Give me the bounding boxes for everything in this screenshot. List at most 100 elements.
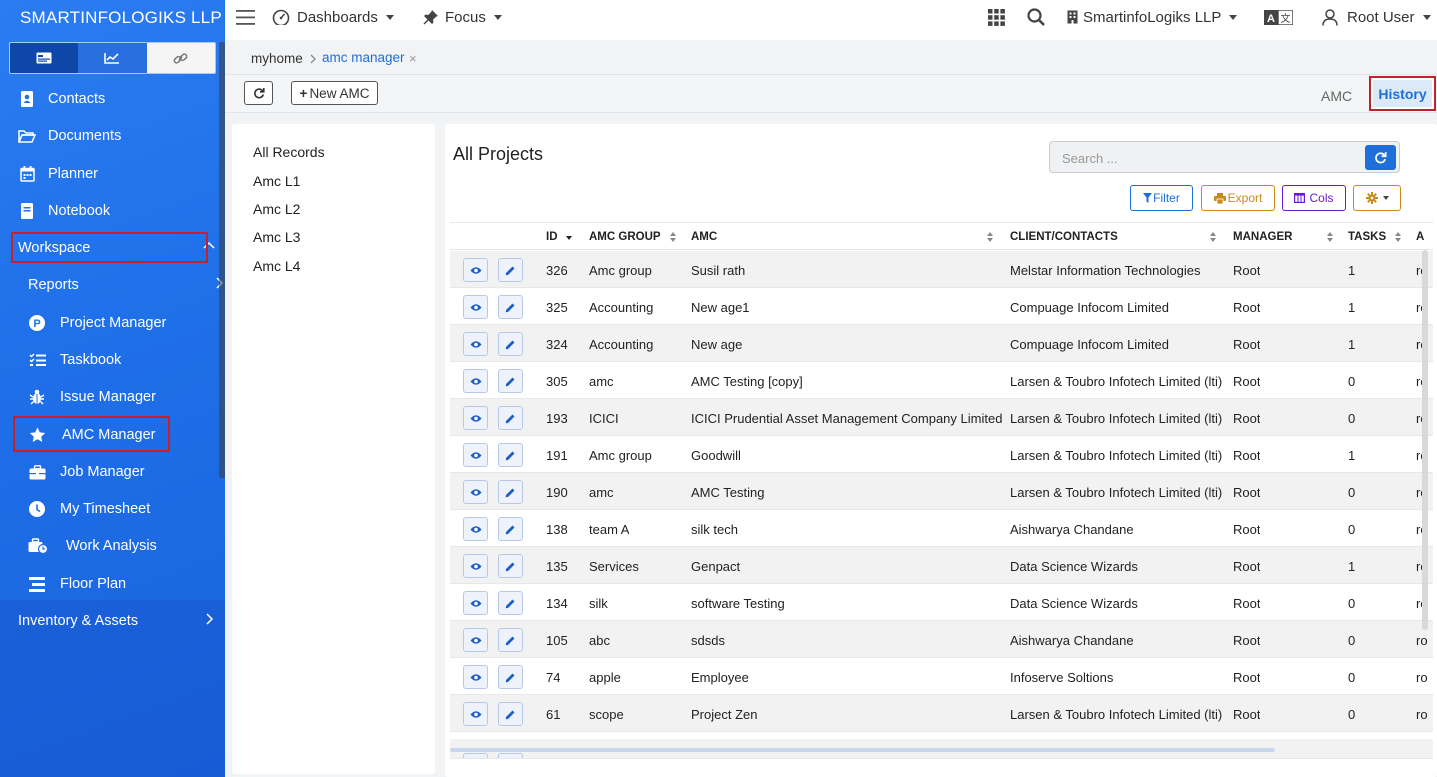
view-button[interactable] xyxy=(463,753,488,758)
user-menu[interactable]: Root User xyxy=(1322,0,1431,34)
sidebar-item-planner[interactable]: Planner xyxy=(18,157,225,191)
col-header-extra[interactable]: A xyxy=(1416,231,1424,243)
cell-client: Larsen & Toubro Infotech Limited (lti) xyxy=(1010,411,1223,426)
columns-button[interactable]: Cols xyxy=(1282,185,1346,211)
cell-amc: New age1 xyxy=(691,300,750,315)
sidebar: SMARTINFOLOGIKS LLP Contacts Documents P… xyxy=(0,0,225,777)
edit-button[interactable] xyxy=(498,480,523,504)
breadcrumb-close-button[interactable]: × xyxy=(409,51,417,66)
col-header-amc-group[interactable]: AMC GROUP xyxy=(589,231,661,243)
col-header-amc[interactable]: AMC xyxy=(691,231,717,243)
sidebar-item-work-analysis[interactable]: Work Analysis xyxy=(28,529,225,563)
search-button[interactable] xyxy=(1027,0,1045,34)
edit-button[interactable] xyxy=(498,702,523,726)
sidebar-item-issue-manager[interactable]: Issue Manager xyxy=(28,380,225,414)
view-button[interactable] xyxy=(463,332,488,356)
edit-button[interactable] xyxy=(498,295,523,319)
search-refresh-button[interactable] xyxy=(1365,145,1396,170)
sidebar-item-project-manager[interactable]: P Project Manager xyxy=(28,306,225,340)
col-header-manager[interactable]: MANAGER xyxy=(1233,231,1292,243)
breadcrumb-current[interactable]: amc manager xyxy=(322,50,405,65)
new-amc-button[interactable]: + New AMC xyxy=(291,81,378,105)
view-button[interactable] xyxy=(463,369,488,393)
col-header-tasks[interactable]: TASKS xyxy=(1348,231,1386,243)
list-item-amc-l3[interactable]: Amc L3 xyxy=(253,229,300,245)
sidebar-tab-links[interactable] xyxy=(146,43,215,73)
tab-history[interactable]: History xyxy=(1369,76,1436,111)
list-item-amc-l2[interactable]: Amc L2 xyxy=(253,201,300,217)
edit-button[interactable] xyxy=(498,406,523,430)
edit-button[interactable] xyxy=(498,628,523,652)
sidebar-tab-cards[interactable] xyxy=(10,43,79,73)
cell-client: Data Science Wizards xyxy=(1010,559,1138,574)
view-button[interactable] xyxy=(463,295,488,319)
edit-button[interactable] xyxy=(498,591,523,615)
edit-button[interactable] xyxy=(498,258,523,282)
dashboards-menu[interactable]: Dashboards xyxy=(272,0,394,34)
sidebar-item-label: Job Manager xyxy=(60,464,145,480)
sidebar-item-reports[interactable]: Reports xyxy=(28,268,225,302)
company-switcher[interactable]: SmartinfoLogiks LLP xyxy=(1067,0,1238,34)
edit-button[interactable] xyxy=(498,665,523,689)
view-button[interactable] xyxy=(463,591,488,615)
sidebar-item-contacts[interactable]: Contacts xyxy=(18,82,225,116)
cell-tasks: 0 xyxy=(1348,596,1356,611)
view-button[interactable] xyxy=(463,443,488,467)
view-button[interactable] xyxy=(463,406,488,430)
search-icon xyxy=(1027,8,1045,26)
sidebar-item-job-manager[interactable]: Job Manager xyxy=(28,455,225,489)
table-horizontal-scrollbar[interactable] xyxy=(450,748,1275,752)
col-header-client-contacts[interactable]: CLIENT/CONTACTS xyxy=(1010,231,1118,243)
cell-manager: Root xyxy=(1233,522,1261,537)
list-item-all-records[interactable]: All Records xyxy=(253,144,325,160)
edit-button[interactable] xyxy=(498,753,523,758)
view-button[interactable] xyxy=(463,480,488,504)
floor-plan-icon xyxy=(28,575,46,593)
filter-button[interactable]: Filter xyxy=(1130,185,1193,211)
view-button[interactable] xyxy=(463,628,488,652)
col-header-id[interactable]: ID xyxy=(546,231,558,243)
view-button[interactable] xyxy=(463,517,488,541)
edit-button[interactable] xyxy=(498,332,523,356)
pin-icon xyxy=(423,10,438,25)
table-row: 193 ICICI ICICI Prudential Asset Managemen… xyxy=(450,399,1433,436)
cell-group: Services xyxy=(589,559,639,574)
sidebar-item-floor-plan[interactable]: Floor Plan xyxy=(28,567,225,601)
dashboard-gauge-icon xyxy=(272,9,290,25)
sidebar-item-documents[interactable]: Documents xyxy=(18,119,225,153)
cell-amc: Susil rath xyxy=(691,263,746,278)
search-input[interactable]: Search ... xyxy=(1062,151,1118,166)
table-row: 74 apple Employee Infoserve Soltions Root 0 ro xyxy=(450,658,1433,695)
tab-amc[interactable]: AMC xyxy=(1321,88,1352,104)
sidebar-item-my-timesheet[interactable]: My Timesheet xyxy=(28,492,225,526)
sidebar-item-inventory-assets[interactable]: Inventory & Assets xyxy=(18,604,225,638)
svg-text:A: A xyxy=(1267,13,1275,25)
language-button[interactable]: A文 xyxy=(1264,0,1293,34)
edit-button[interactable] xyxy=(498,443,523,467)
refresh-button[interactable] xyxy=(244,81,273,105)
sidebar-item-taskbook[interactable]: Taskbook xyxy=(28,343,225,377)
edit-button[interactable] xyxy=(498,369,523,393)
export-button[interactable]: Export xyxy=(1201,185,1275,211)
company-name: SmartinfoLogiks LLP xyxy=(1083,8,1222,26)
edit-button[interactable] xyxy=(498,517,523,541)
view-button[interactable] xyxy=(463,554,488,578)
edit-button[interactable] xyxy=(498,554,523,578)
view-button[interactable] xyxy=(463,665,488,689)
hamburger-menu-button[interactable] xyxy=(236,0,255,34)
apps-grid-button[interactable] xyxy=(988,0,1005,34)
breadcrumb-home[interactable]: myhome xyxy=(251,51,303,66)
view-button[interactable] xyxy=(463,258,488,282)
sidebar-tab-charts[interactable] xyxy=(78,43,147,73)
table-vertical-scrollbar[interactable] xyxy=(1422,250,1428,630)
focus-menu[interactable]: Focus xyxy=(423,0,502,34)
list-item-amc-l4[interactable]: Amc L4 xyxy=(253,258,300,274)
list-item-amc-l1[interactable]: Amc L1 xyxy=(253,173,300,189)
pencil-icon xyxy=(505,635,516,646)
sidebar-item-notebook[interactable]: Notebook xyxy=(18,194,225,228)
id-card-icon xyxy=(36,52,52,64)
view-button[interactable] xyxy=(463,702,488,726)
search-box: Search ... xyxy=(1049,141,1400,173)
cell-tasks: 0 xyxy=(1348,411,1356,426)
settings-dropdown-button[interactable] xyxy=(1353,185,1401,211)
